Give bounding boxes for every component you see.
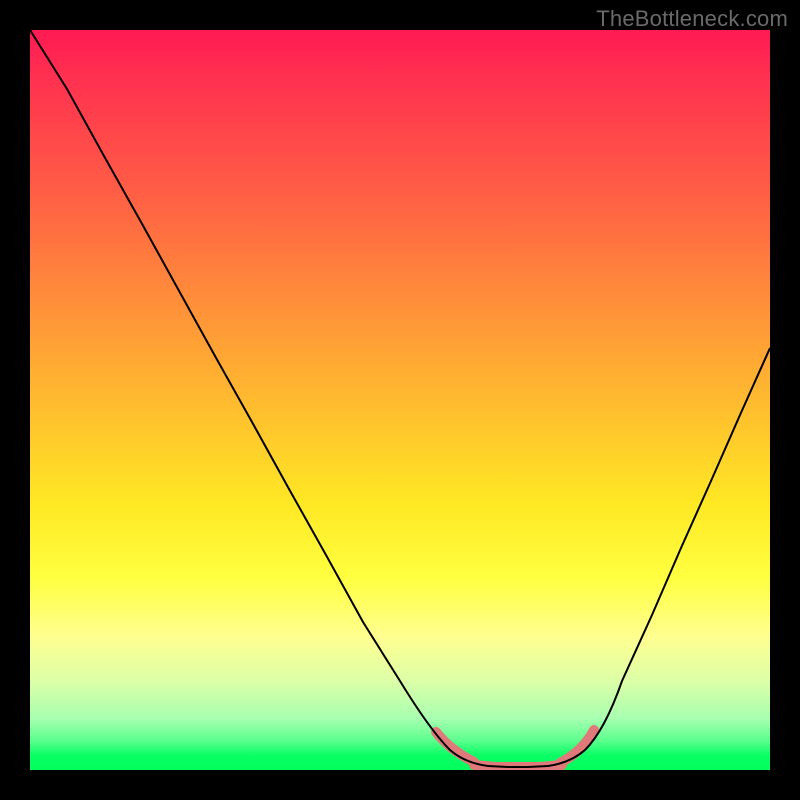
watermark-text: TheBottleneck.com xyxy=(596,6,788,32)
chart-curves-svg xyxy=(30,30,770,770)
curve-flat xyxy=(488,766,548,767)
curve-right xyxy=(548,348,770,766)
curve-left xyxy=(30,30,488,766)
highlight-left-tail xyxy=(436,732,474,762)
chart-plot-area xyxy=(30,30,770,770)
